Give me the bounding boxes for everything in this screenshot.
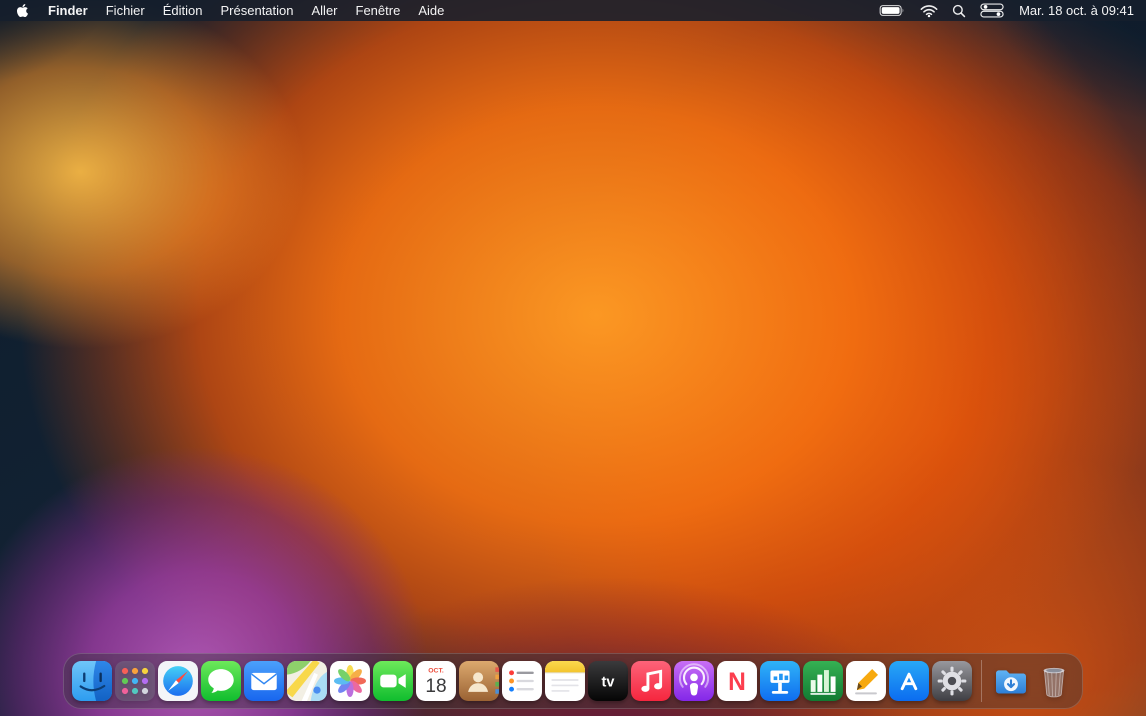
dock-icon-news[interactable]: N — [717, 661, 757, 701]
dock-icon-notes[interactable] — [545, 661, 585, 701]
wifi-icon — [920, 4, 938, 17]
dock-icon-launchpad[interactable] — [115, 661, 155, 701]
music-icon — [631, 661, 671, 701]
app-store-icon — [889, 661, 929, 701]
calendar-month-label: OCT. — [428, 667, 444, 674]
mail-icon — [244, 661, 284, 701]
calendar-day-label: 18 — [425, 676, 446, 697]
dock-icon-tv[interactable]: tv — [588, 661, 628, 701]
reminders-icon — [502, 661, 542, 701]
dock-icon-maps[interactable] — [287, 661, 327, 701]
desktop-wallpaper[interactable] — [0, 0, 1146, 716]
news-logo-label: N — [728, 669, 746, 696]
menu-bar: Finder Fichier Édition Présentation Alle… — [0, 0, 1146, 21]
dock-icon-mail[interactable] — [244, 661, 284, 701]
apple-menu[interactable] — [8, 0, 39, 21]
menubar-clock[interactable]: Mar. 18 oct. à 09:41 — [1011, 0, 1134, 21]
menu-item-presentation[interactable]: Présentation — [212, 0, 303, 21]
downloads-folder-icon — [996, 670, 1026, 694]
dock-icon-safari[interactable] — [158, 661, 198, 701]
apple-icon — [16, 3, 29, 18]
facetime-icon — [373, 661, 413, 701]
dock-icon-calendar[interactable]: OCT. 18 — [416, 661, 456, 701]
safari-icon — [158, 661, 198, 701]
tv-logo-label: tv — [602, 674, 616, 690]
messages-icon — [201, 661, 241, 701]
dock-icon-trash[interactable] — [1034, 661, 1074, 701]
dock-icon-numbers[interactable] — [803, 661, 843, 701]
control-center-button[interactable] — [973, 0, 1011, 21]
pages-icon — [846, 661, 886, 701]
dock: OCT. 18 tv N — [63, 653, 1083, 709]
dock-icon-photos[interactable] — [330, 661, 370, 701]
trash-icon — [1043, 667, 1065, 698]
dock-icon-downloads[interactable] — [991, 661, 1031, 701]
dock-icon-system-settings[interactable] — [932, 661, 972, 701]
menu-bar-right: Mar. 18 oct. à 09:41 — [872, 0, 1134, 21]
menu-item-aller[interactable]: Aller — [303, 0, 347, 21]
menu-bar-left: Finder Fichier Édition Présentation Alle… — [8, 0, 453, 21]
numbers-icon — [803, 661, 843, 701]
spotlight-button[interactable] — [945, 0, 973, 21]
news-icon: N — [717, 661, 757, 701]
contacts-icon — [459, 661, 499, 701]
dock-icon-pages[interactable] — [846, 661, 886, 701]
finder-icon — [72, 661, 112, 701]
dock-icon-keynote[interactable] — [760, 661, 800, 701]
battery-status[interactable] — [872, 0, 913, 21]
photos-icon — [330, 661, 370, 701]
dock-separator — [981, 660, 982, 702]
dock-icon-finder[interactable] — [72, 661, 112, 701]
dock-icon-podcasts[interactable] — [674, 661, 714, 701]
dock-icon-contacts[interactable] — [459, 661, 499, 701]
menu-item-fichier[interactable]: Fichier — [97, 0, 154, 21]
wifi-status[interactable] — [913, 0, 945, 21]
dock-icon-messages[interactable] — [201, 661, 241, 701]
menu-item-finder[interactable]: Finder — [39, 0, 97, 21]
keynote-icon — [760, 661, 800, 701]
dock-icon-reminders[interactable] — [502, 661, 542, 701]
dock-icon-music[interactable] — [631, 661, 671, 701]
podcasts-icon — [674, 661, 714, 701]
search-icon — [952, 4, 966, 17]
launchpad-icon — [115, 661, 155, 701]
dock-icon-facetime[interactable] — [373, 661, 413, 701]
battery-icon — [879, 5, 904, 16]
calendar-icon: OCT. 18 — [416, 661, 456, 701]
maps-icon — [287, 661, 327, 701]
dock-icon-app-store[interactable] — [889, 661, 929, 701]
control-center-icon — [980, 3, 1004, 18]
menu-item-aide[interactable]: Aide — [409, 0, 453, 21]
menu-item-edition[interactable]: Édition — [154, 0, 212, 21]
menu-item-fenetre[interactable]: Fenêtre — [347, 0, 410, 21]
notes-icon — [545, 661, 585, 701]
gear-icon — [932, 661, 972, 701]
apple-tv-icon: tv — [588, 661, 628, 701]
desktop: Finder Fichier Édition Présentation Alle… — [0, 0, 1146, 716]
